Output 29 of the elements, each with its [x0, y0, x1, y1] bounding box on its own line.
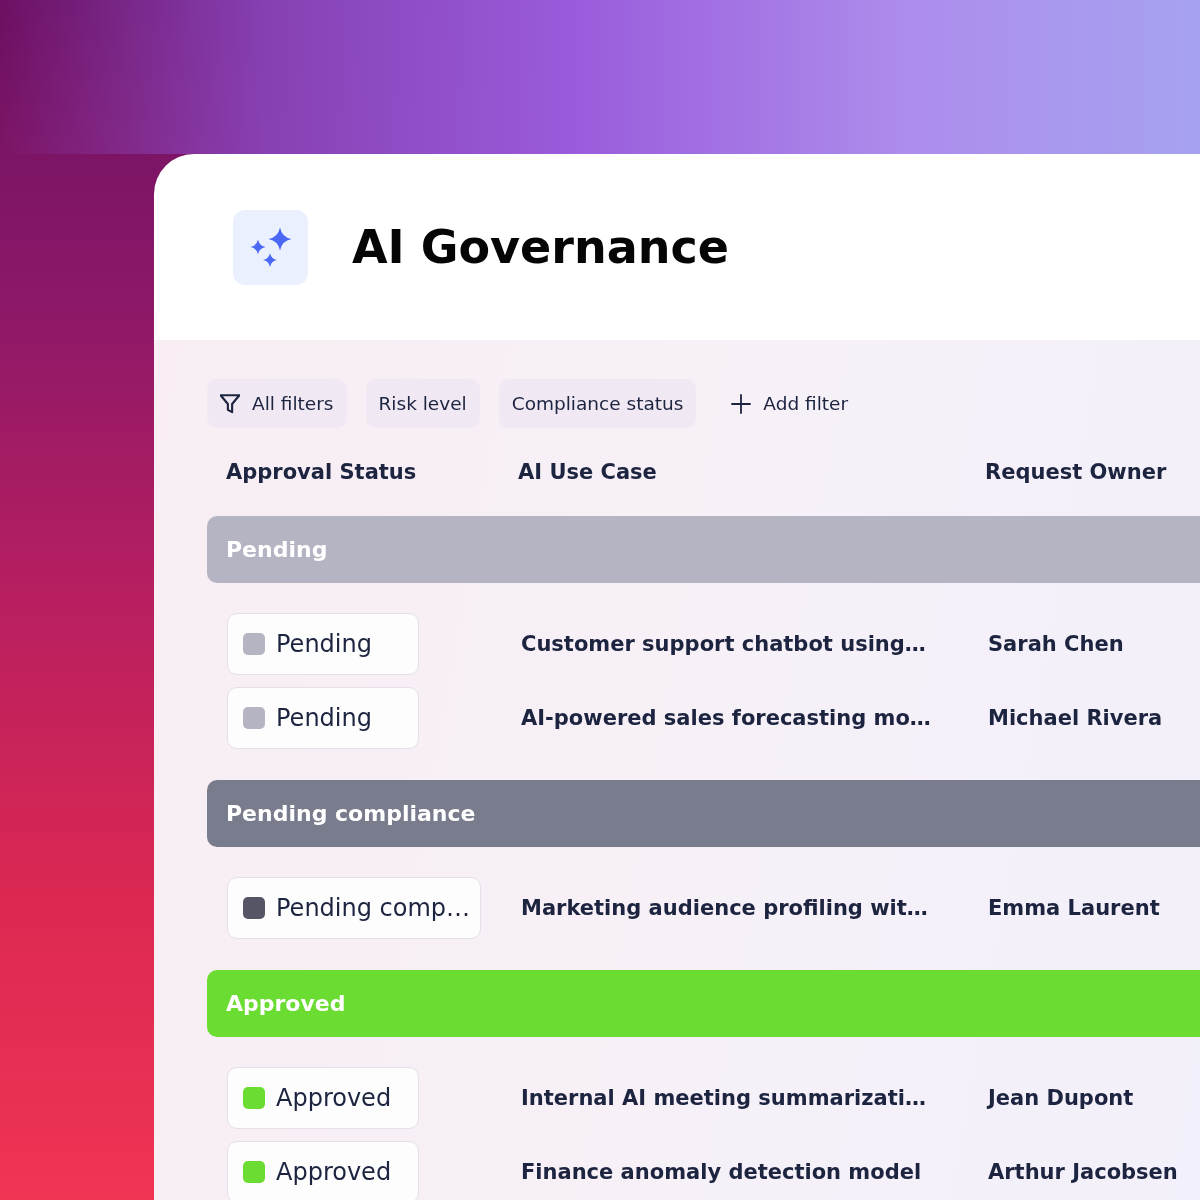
filter-button[interactable]: Risk level	[365, 379, 480, 428]
filter-button[interactable]: All filters	[207, 379, 347, 428]
filter-button[interactable]: Compliance status	[498, 379, 697, 428]
group-header: Pending compliance	[207, 780, 1200, 847]
sparkle-icon	[233, 209, 308, 285]
status-label: Pending	[276, 630, 372, 658]
column-header: Request Owner	[985, 459, 1168, 486]
owner-name: Jean Dupont	[988, 1086, 1135, 1110]
page-title: AI Governance	[352, 221, 729, 273]
funnel-icon	[220, 393, 240, 414]
use-case-text: Customer support chatbot using…	[521, 632, 927, 656]
owner-name: Emma Laurent	[988, 896, 1161, 920]
plus-icon	[731, 393, 752, 414]
status-label: Pending	[276, 704, 372, 732]
owner-name: Sarah Chen	[988, 632, 1125, 656]
column-header: Approval Status	[226, 459, 418, 486]
group-header: Pending	[207, 516, 1200, 583]
status-label: Approved	[276, 1158, 392, 1186]
owner-name: Arthur Jacobsen	[988, 1160, 1179, 1184]
use-case-text: Marketing audience profiling wit…	[521, 896, 929, 920]
status-label: Approved	[276, 1084, 392, 1112]
owner-name: Michael Rivera	[988, 706, 1164, 730]
column-header: AI Use Case	[518, 459, 658, 486]
use-case-text: Finance anomaly detection model	[521, 1160, 923, 1184]
group-header: Approved	[207, 970, 1200, 1037]
use-case-text: AI-powered sales forecasting mo…	[521, 706, 932, 730]
status-label: Pending comp…	[276, 894, 471, 922]
use-case-text: Internal AI meeting summarizati…	[521, 1086, 927, 1110]
add-filter-button[interactable]: Add filter	[729, 379, 853, 428]
